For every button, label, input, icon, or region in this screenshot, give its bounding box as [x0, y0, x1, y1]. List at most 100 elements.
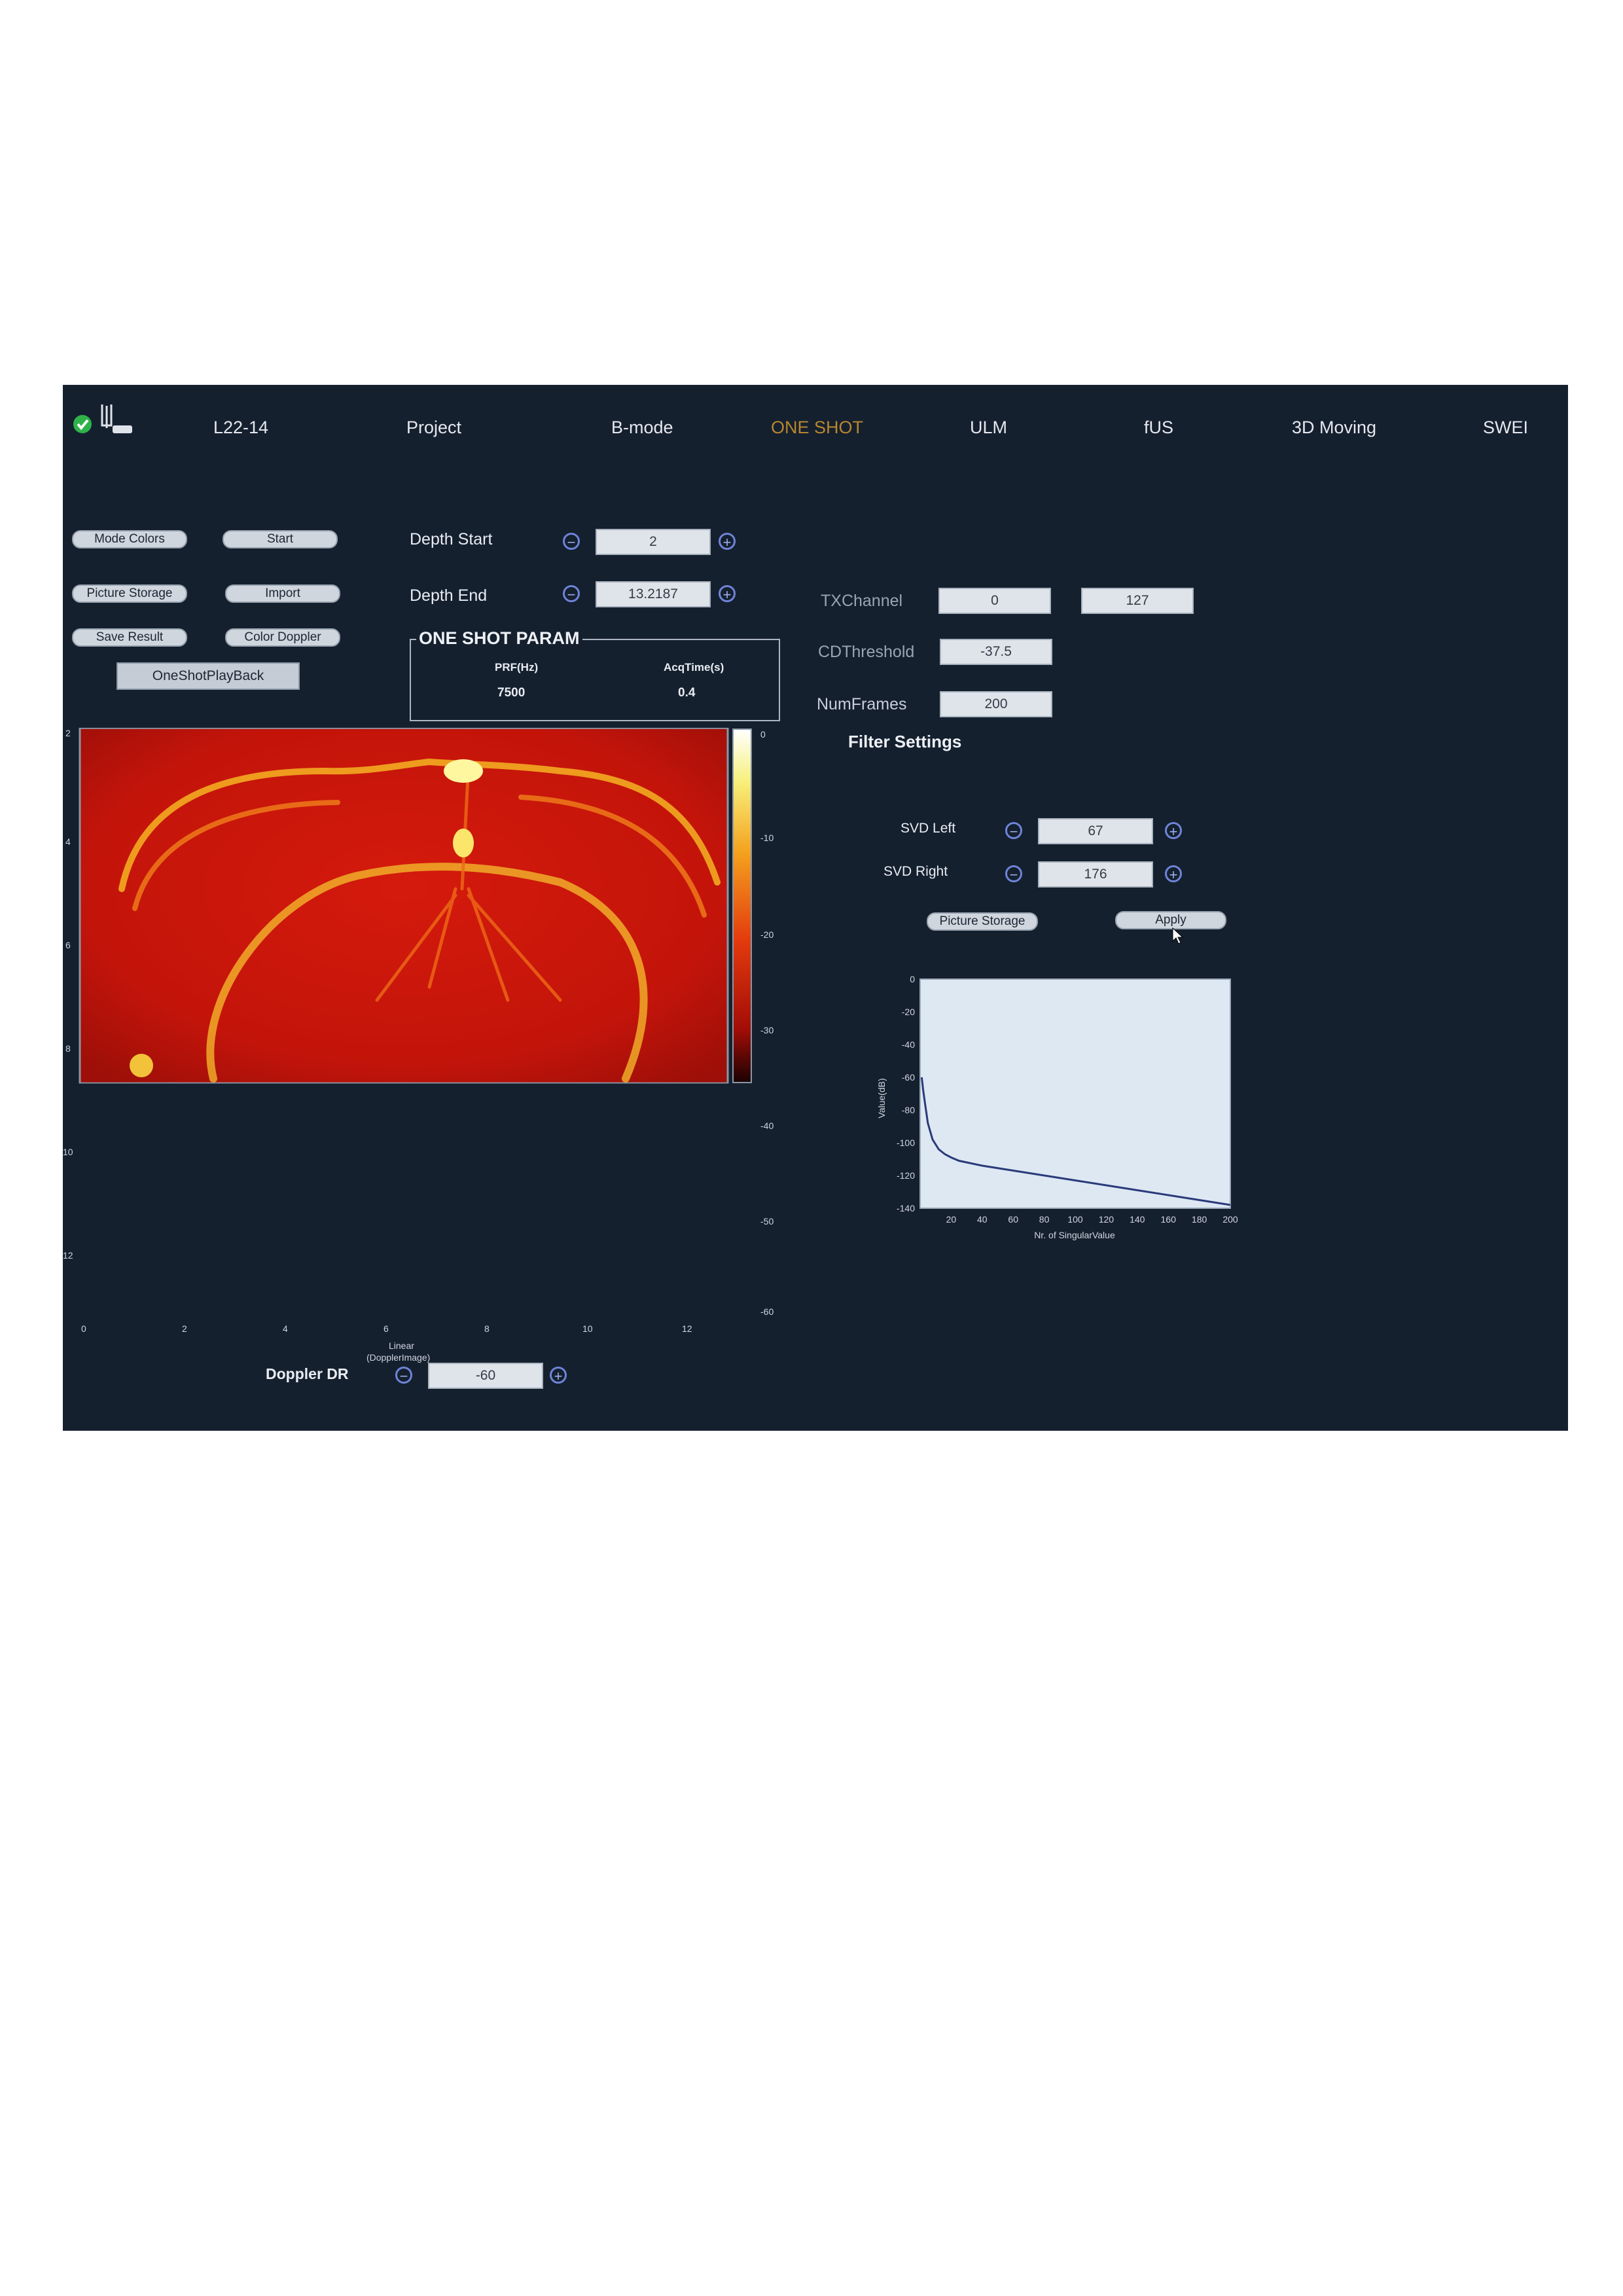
- mouse-cursor-icon: [1172, 927, 1184, 944]
- depth-end-label: Depth End: [410, 586, 488, 605]
- num-frames-label: NumFrames: [817, 695, 907, 713]
- chart-y-tick-label: -80: [902, 1105, 915, 1115]
- prf-value: 7500: [497, 686, 526, 700]
- colorbar-tick: -40: [760, 1121, 774, 1131]
- tx-channel-from-input[interactable]: 0: [938, 588, 1051, 614]
- doppler-dr-label: Doppler DR: [266, 1365, 349, 1382]
- chart-x-tick-label: 100: [1067, 1214, 1083, 1225]
- tab-swei[interactable]: SWEI: [1483, 418, 1528, 438]
- chart-y-tick-label: -60: [902, 1072, 915, 1083]
- ultrasound-app-window: L22-14 Project B-mode ONE SHOT ULM fUS 3…: [63, 385, 1568, 1431]
- chart-y-tick-label: -20: [902, 1007, 915, 1017]
- filter-picture-storage-button[interactable]: Picture Storage: [927, 912, 1038, 931]
- chart-y-axis-label: Value(dB): [876, 1078, 887, 1118]
- doppler-dr-increment-button[interactable]: +: [550, 1367, 567, 1384]
- chart-y-tick-label: -140: [897, 1203, 915, 1213]
- cd-threshold-label: CDThreshold: [818, 643, 915, 661]
- probe-name: L22-14: [213, 418, 269, 437]
- picture-storage-button[interactable]: Picture Storage: [72, 584, 187, 603]
- colorbar-tick: -10: [760, 833, 774, 843]
- depth-start-label: Depth Start: [410, 530, 493, 548]
- image-y-tick: 6: [65, 940, 71, 950]
- depth-end-input[interactable]: 13.2187: [596, 581, 711, 607]
- image-x-tick: 8: [484, 1323, 490, 1334]
- chart-x-tick-label: 80: [1039, 1214, 1050, 1225]
- chart-x-tick-label: 40: [977, 1214, 988, 1225]
- acq-time-value: 0.4: [678, 686, 696, 700]
- colorbar-tick: -50: [760, 1216, 774, 1227]
- svd-left-label: SVD Left: [901, 821, 956, 836]
- bright-spot-top: [444, 759, 483, 783]
- tab-project[interactable]: Project: [406, 418, 461, 438]
- chart-x-tick-label: 120: [1099, 1214, 1115, 1225]
- save-result-button[interactable]: Save Result: [72, 628, 187, 647]
- doppler-image-panel: [79, 727, 752, 1084]
- image-x-tick: 4: [283, 1323, 288, 1334]
- image-x-tick: 0: [81, 1323, 86, 1334]
- svd-right-decrement-button[interactable]: −: [1005, 865, 1022, 883]
- depth-start-increment-button[interactable]: +: [719, 533, 736, 550]
- svd-left-input[interactable]: 67: [1038, 818, 1153, 844]
- tx-channel-to-input[interactable]: 127: [1081, 588, 1194, 614]
- tab-ulm[interactable]: ULM: [970, 418, 1007, 438]
- svd-right-increment-button[interactable]: +: [1165, 865, 1182, 883]
- svd-left-decrement-button[interactable]: −: [1005, 822, 1022, 840]
- prf-label: PRF(Hz): [495, 661, 539, 673]
- filter-settings-title: Filter Settings: [848, 732, 962, 751]
- start-button[interactable]: Start: [223, 530, 338, 548]
- image-x-axis-sublabel: (DopplerImage): [366, 1352, 431, 1363]
- chart-x-axis-label: Nr. of SingularValue: [1034, 1230, 1115, 1240]
- chart-y-tick-label: 0: [910, 974, 915, 984]
- image-x-axis-label: Linear: [389, 1340, 414, 1351]
- image-y-tick: 4: [65, 836, 71, 847]
- apply-button[interactable]: Apply: [1115, 911, 1226, 929]
- chart-y-tick-label: -100: [897, 1138, 915, 1148]
- tx-channel-label: TXChannel: [821, 592, 903, 610]
- image-y-tick: 8: [65, 1043, 71, 1054]
- chart-x-tick-label: 160: [1161, 1214, 1177, 1225]
- probe-status-icon: [73, 404, 132, 433]
- depth-start-input[interactable]: 2: [596, 529, 711, 555]
- acq-time-label: AcqTime(s): [664, 661, 724, 673]
- doppler-dr-input[interactable]: -60: [428, 1363, 543, 1389]
- cd-threshold-input[interactable]: -37.5: [940, 639, 1052, 665]
- depth-end-decrement-button[interactable]: −: [563, 585, 580, 603]
- colorbar-tick: -60: [760, 1306, 774, 1317]
- num-frames-input[interactable]: 200: [940, 691, 1052, 717]
- doppler-dr-decrement-button[interactable]: −: [395, 1367, 412, 1384]
- image-x-tick: 2: [182, 1323, 187, 1334]
- svd-left-increment-button[interactable]: +: [1165, 822, 1182, 840]
- colorbar-tick: 0: [760, 729, 766, 740]
- chart-x-tick-label: 20: [946, 1214, 957, 1225]
- one-shot-param-title: ONE SHOT PARAM: [416, 628, 582, 649]
- image-x-tick: 6: [383, 1323, 389, 1334]
- image-x-tick: 10: [582, 1323, 593, 1334]
- chart-x-tick-label: 140: [1130, 1214, 1145, 1225]
- svd-right-label: SVD Right: [883, 864, 948, 879]
- chart-x-tick-label: 60: [1008, 1214, 1018, 1225]
- chart-y-tick-label: -120: [897, 1170, 915, 1181]
- chart-x-tick-label: 180: [1192, 1214, 1207, 1225]
- depth-end-increment-button[interactable]: +: [719, 585, 736, 603]
- colorbar-tick: -30: [760, 1025, 774, 1035]
- image-y-tick: 2: [65, 728, 71, 738]
- tab-one-shot[interactable]: ONE SHOT: [771, 418, 863, 438]
- tab-3d-moving[interactable]: 3D Moving: [1292, 418, 1376, 438]
- bright-spot-corner: [130, 1054, 153, 1077]
- bright-spot-center: [453, 829, 474, 857]
- chart-y-tick-label: -40: [902, 1039, 915, 1050]
- oneshot-playback-button[interactable]: OneShotPlayBack: [116, 662, 300, 690]
- image-y-tick: 10: [63, 1147, 73, 1157]
- one-shot-param-group: [410, 639, 780, 721]
- mode-colors-button[interactable]: Mode Colors: [72, 530, 187, 548]
- svd-singular-value-chart: 0 -20 -40 -60 -80 -100 -120 -140 20 40 60 80 100 120…: [876, 974, 1238, 1240]
- color-doppler-button[interactable]: Color Doppler: [225, 628, 340, 647]
- chart-plot-area: [919, 978, 1231, 1209]
- colorbar-tick: -20: [760, 929, 774, 940]
- chart-x-tick-label: 200: [1222, 1214, 1238, 1225]
- depth-start-decrement-button[interactable]: −: [563, 533, 580, 550]
- tab-fus[interactable]: fUS: [1144, 418, 1173, 438]
- svd-right-input[interactable]: 176: [1038, 861, 1153, 888]
- import-button[interactable]: Import: [225, 584, 340, 603]
- tab-b-mode[interactable]: B-mode: [611, 418, 673, 438]
